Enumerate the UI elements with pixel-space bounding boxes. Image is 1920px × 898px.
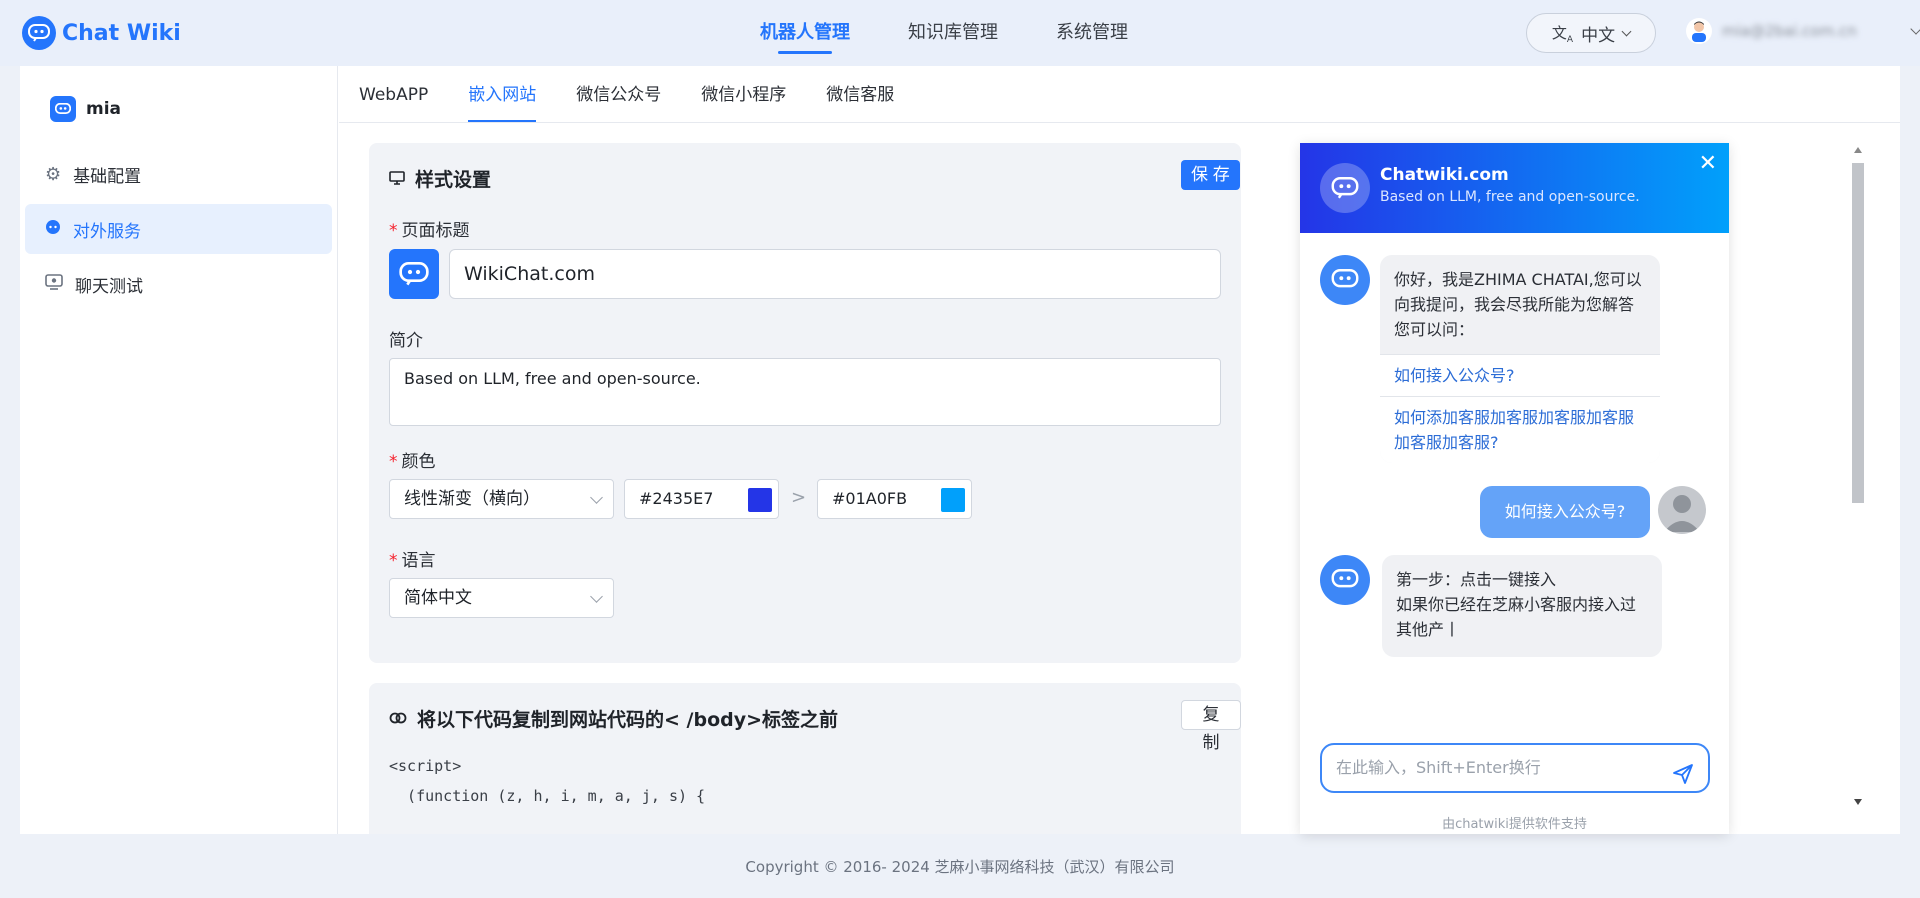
- user-email: mia@2bai.com.cn: [1722, 22, 1857, 40]
- color-from-swatch: [748, 488, 772, 512]
- language-select[interactable]: 简体中文: [389, 578, 614, 618]
- nav-system-management[interactable]: 系统管理: [1056, 0, 1128, 66]
- tabs-divider: [339, 122, 1900, 123]
- chat-footer: 由chatwiki提供软件支持: [1442, 817, 1587, 832]
- page-title-input[interactable]: WikiChat.com: [449, 249, 1221, 299]
- chevron-down-icon: [590, 491, 603, 504]
- color-to-picker[interactable]: #01A0FB: [817, 479, 972, 519]
- service-icon: [45, 219, 61, 240]
- bot-header: mia: [50, 96, 121, 122]
- chevron-down-icon: [1910, 23, 1920, 35]
- bot-avatar: [1320, 255, 1370, 305]
- preview-scrollbar[interactable]: [1850, 143, 1866, 811]
- sidebar: mia ⚙ 基础配置 对外服务 聊天测试: [20, 66, 338, 834]
- code-line: (function (z, h, i, m, a, j, s) {: [389, 787, 706, 805]
- bot-greeting-bubble: 你好，我是ZHIMA CHATAI,您可以向我提问，我会尽我所能为您解答您可以问…: [1380, 255, 1660, 463]
- user-avatar: [1658, 486, 1706, 534]
- sidebar-item-label: 对外服务: [73, 221, 141, 242]
- bot-name: mia: [86, 99, 122, 119]
- link-icon: [389, 708, 407, 730]
- chat-test-icon: [45, 273, 63, 295]
- tab-embed-website[interactable]: 嵌入网站: [468, 66, 537, 124]
- suggested-question[interactable]: 如何接入公众号?: [1380, 354, 1660, 396]
- bot-reply-text: 第一步：点击一键接入 如果你已经在芝麻小客服内接入过其他产丨: [1396, 570, 1637, 639]
- tab-webapp[interactable]: WebAPP: [359, 66, 428, 124]
- color-from-picker[interactable]: #2435E7: [624, 479, 779, 519]
- chatbot-logo-icon: [22, 16, 56, 50]
- tab-wechat-miniprogram[interactable]: 微信小程序: [701, 66, 786, 124]
- chat-message-input[interactable]: 在此输入，Shift+Enter换行: [1320, 743, 1710, 793]
- language-label: 中文: [1581, 25, 1616, 46]
- user-message-bubble: 如何接入公众号?: [1480, 486, 1650, 538]
- chat-preview-widget: Chatwiki.com Based on LLM, free and open…: [1300, 143, 1729, 834]
- embed-code-title: 将以下代码复制到网站代码的< /body>标签之前: [389, 705, 838, 732]
- intro-textarea[interactable]: Based on LLM, free and open-source.: [389, 358, 1221, 426]
- gradient-arrow-icon: >: [791, 487, 807, 508]
- chat-header: Chatwiki.com Based on LLM, free and open…: [1300, 143, 1729, 233]
- color-to-value: #01A0FB: [832, 489, 908, 508]
- greeting-text: 你好，我是ZHIMA CHATAI,您可以向我提问，我会尽我所能为您解答您可以问…: [1394, 270, 1642, 339]
- chat-subtitle: Based on LLM, free and open-source.: [1380, 189, 1640, 205]
- app-name: Chat Wiki: [62, 20, 181, 46]
- translate-icon: 文A: [1551, 23, 1574, 45]
- color-to-swatch: [941, 488, 965, 512]
- page-title-label: * 页面标题: [389, 221, 470, 241]
- top-bar: Chat Wiki 机器人管理 知识库管理 系统管理 文A 中文 mia@2ba…: [0, 0, 1920, 66]
- sidebar-item-basic-config[interactable]: ⚙ 基础配置: [25, 149, 332, 199]
- suggested-question[interactable]: 如何添加客服加客服加客服加客服加客服加客服?: [1380, 396, 1660, 463]
- gradient-mode-value: 线性渐变（横向）: [404, 489, 540, 509]
- nav-knowledge-base[interactable]: 知识库管理: [908, 0, 998, 66]
- sidebar-item-external-service[interactable]: 对外服务: [25, 204, 332, 254]
- intro-label: 简介: [389, 331, 423, 351]
- gear-icon: ⚙: [45, 163, 62, 185]
- language-switcher[interactable]: 文A 中文: [1526, 13, 1656, 53]
- style-settings-card: 样式设置 保 存 * 页面标题 WikiChat.com 简介 Based on …: [369, 143, 1241, 663]
- gradient-mode-select[interactable]: 线性渐变（横向）: [389, 479, 614, 519]
- color-label: * 颜色: [389, 452, 436, 472]
- card-title-text: 样式设置: [415, 169, 492, 191]
- chat-title: Chatwiki.com: [1380, 165, 1509, 185]
- service-tabs: WebAPP 嵌入网站 微信公众号 微信小程序 微信客服: [359, 66, 894, 124]
- send-icon[interactable]: [1672, 757, 1694, 803]
- copyright-footer: Copyright © 2016- 2024 芝麻小事网络科技（武汉）有限公司: [745, 858, 1175, 876]
- language-value: 简体中文: [404, 588, 472, 608]
- sidebar-item-label: 聊天测试: [75, 276, 143, 297]
- save-button[interactable]: 保 存: [1181, 160, 1240, 190]
- copy-button[interactable]: 复 制: [1181, 700, 1241, 752]
- language-label: * 语言: [389, 551, 436, 571]
- nav-robot-management[interactable]: 机器人管理: [760, 0, 850, 66]
- code-line: <script>: [389, 757, 462, 775]
- bot-reply-bubble: 第一步：点击一键接入 如果你已经在芝麻小客服内接入过其他产丨: [1382, 555, 1662, 657]
- scroll-up-icon[interactable]: [1854, 147, 1862, 153]
- tab-wechat-service[interactable]: 微信客服: [826, 66, 894, 124]
- chevron-down-icon: [1621, 26, 1632, 36]
- close-icon[interactable]: ✕: [1699, 151, 1717, 176]
- user-menu[interactable]: mia@2bai.com.cn: [1686, 18, 1920, 44]
- chatbot-avatar-icon: [1320, 163, 1370, 213]
- tab-wechat-official[interactable]: 微信公众号: [576, 66, 661, 124]
- card-title-text: 将以下代码复制到网站代码的< /body>标签之前: [417, 709, 839, 731]
- main-nav: 机器人管理 知识库管理 系统管理: [760, 0, 1128, 66]
- style-settings-title: 样式设置: [389, 165, 491, 192]
- color-from-value: #2435E7: [639, 489, 714, 508]
- sidebar-item-chat-test[interactable]: 聊天测试: [25, 259, 332, 309]
- app-logo[interactable]: Chat Wiki: [22, 16, 181, 50]
- chevron-down-icon: [590, 590, 603, 603]
- input-placeholder: 在此输入，Shift+Enter换行: [1336, 758, 1541, 777]
- robot-icon: [50, 96, 76, 122]
- bot-avatar: [1320, 555, 1370, 605]
- page-avatar-upload[interactable]: [389, 249, 439, 299]
- monitor-icon: [389, 168, 405, 190]
- scroll-down-icon[interactable]: [1854, 799, 1862, 805]
- embed-code-card: 将以下代码复制到网站代码的< /body>标签之前 复 制 <script> (…: [369, 683, 1241, 834]
- scroll-thumb[interactable]: [1852, 163, 1864, 503]
- sidebar-item-label: 基础配置: [73, 166, 142, 187]
- user-avatar: [1686, 18, 1712, 44]
